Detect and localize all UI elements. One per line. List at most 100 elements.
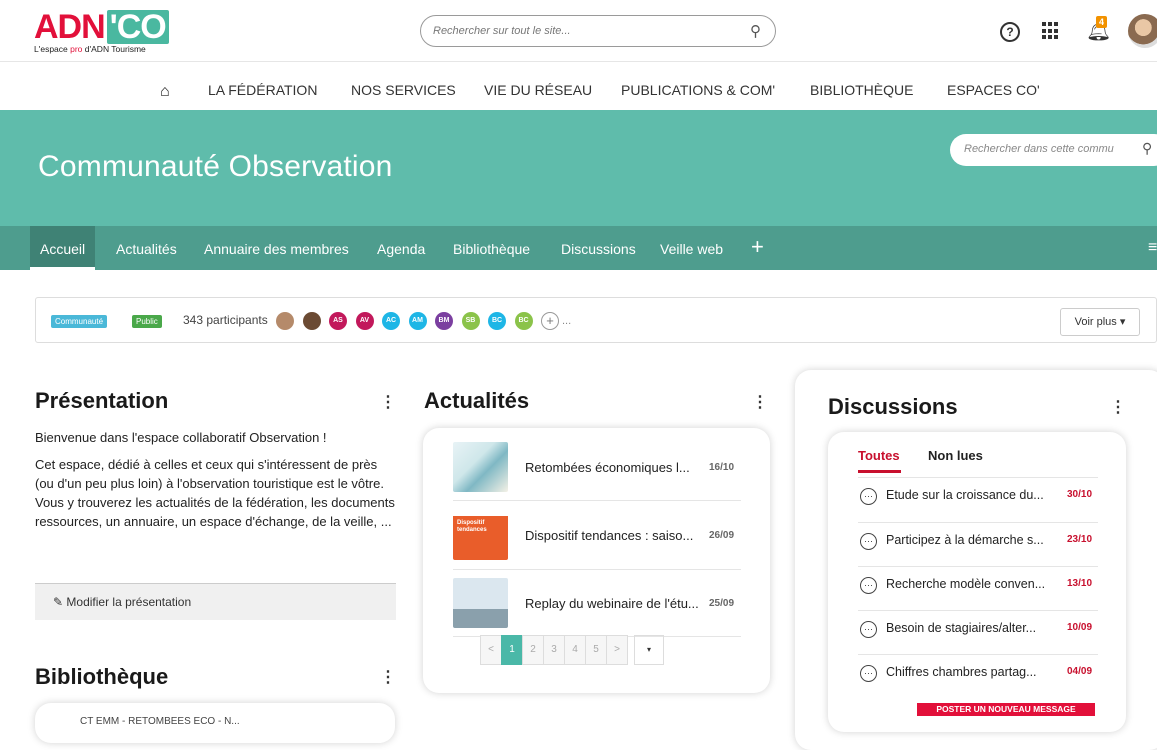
- discussion-title: Participez à la démarche s...: [886, 533, 1044, 547]
- edit-presentation-button[interactable]: ✎ Modifier la présentation: [35, 583, 396, 620]
- discussion-item[interactable]: ⋯ Chiffres chambres partag... 04/09: [858, 654, 1098, 690]
- tab-accueil[interactable]: Accueil: [30, 226, 96, 270]
- news-thumbnail: [453, 442, 508, 492]
- logo-wordmark: ADN 'CO: [34, 10, 169, 44]
- participant-avatar[interactable]: BC: [514, 312, 533, 330]
- participant-avatar[interactable]: AM: [408, 312, 427, 330]
- edit-presentation-label: Modifier la présentation: [66, 595, 192, 609]
- tab-non-lues[interactable]: Non lues: [928, 448, 983, 463]
- bibliotheque-item[interactable]: CT EMM - RETOMBEES ECO - N...: [80, 716, 240, 727]
- nav-la-federation[interactable]: LA FÉDÉRATION: [208, 82, 317, 98]
- post-new-message-button[interactable]: POSTER UN NOUVEAU MESSAGE: [917, 703, 1095, 716]
- user-avatar[interactable]: [1128, 14, 1157, 48]
- logo-tagline: L'espace pro d'ADN Tourisme: [34, 44, 146, 54]
- presentation-menu-icon[interactable]: ⋮: [380, 392, 396, 412]
- discussion-date: 10/09: [1067, 622, 1093, 633]
- presentation-intro: Bienvenue dans l'espace collaboratif Obs…: [35, 430, 327, 445]
- tab-bibliotheque[interactable]: Bibliothèque: [453, 241, 530, 257]
- discussion-title: Chiffres chambres partag...: [886, 665, 1037, 679]
- global-search-placeholder: Rechercher sur tout le site...: [433, 25, 571, 37]
- chat-bubble-icon: ⋯: [860, 488, 877, 505]
- global-search-input[interactable]: Rechercher sur tout le site... ⚲: [420, 15, 776, 47]
- discussion-item[interactable]: ⋯ Besoin de stagiaires/alter... 10/09: [858, 610, 1098, 646]
- news-thumbnail: Dispositif tendances: [453, 510, 508, 560]
- participant-avatar[interactable]: SB: [461, 312, 480, 330]
- chat-bubble-icon: ⋯: [860, 577, 877, 594]
- discussion-date: 30/10: [1067, 489, 1093, 500]
- community-search-placeholder: Rechercher dans cette commu: [964, 143, 1114, 155]
- pagination-page[interactable]: 1: [501, 635, 523, 665]
- tab-agenda[interactable]: Agenda: [377, 241, 425, 257]
- discussions-card: Toutes Non lues ⋯ Etude sur la croissanc…: [828, 432, 1126, 732]
- add-tab-icon[interactable]: +: [751, 234, 764, 260]
- tab-veille-web[interactable]: Veille web: [660, 241, 723, 257]
- news-thumbnail: [453, 578, 508, 628]
- nav-publications[interactable]: PUBLICATIONS & COM': [621, 82, 775, 98]
- news-title: Retombées économiques l...: [525, 460, 690, 475]
- tab-toutes[interactable]: Toutes: [858, 448, 900, 463]
- actualites-title: Actualités: [424, 388, 530, 413]
- news-item[interactable]: Dispositif tendances Dispositif tendance…: [453, 506, 771, 566]
- discussion-title: Besoin de stagiaires/alter...: [886, 621, 1037, 635]
- presentation-title: Présentation: [35, 388, 169, 413]
- participant-avatar[interactable]: BC: [488, 312, 506, 330]
- presentation-body: Cet espace, dédié à celles et ceux qui s…: [35, 457, 395, 529]
- nav-espaces-co[interactable]: ESPACES CO': [947, 82, 1040, 98]
- news-item[interactable]: Replay du webinaire de l'étu... 25/09: [453, 574, 771, 634]
- discussion-date: 23/10: [1067, 534, 1093, 545]
- pagination-prev[interactable]: <: [480, 635, 502, 665]
- community-title: Communauté Observation: [38, 150, 393, 183]
- discussion-item[interactable]: ⋯ Participez à la démarche s... 23/10: [858, 522, 1098, 558]
- participant-avatar[interactable]: [302, 312, 321, 330]
- home-icon[interactable]: ⌂: [160, 83, 170, 101]
- news-title: Dispositif tendances : saiso...: [525, 528, 694, 543]
- participant-avatar[interactable]: AS: [329, 312, 347, 330]
- participant-avatar[interactable]: AV: [355, 312, 374, 330]
- discussion-item[interactable]: ⋯ Etude sur la croissance du... 30/10: [858, 477, 1098, 513]
- participant-avatar[interactable]: [276, 312, 294, 330]
- bibliotheque-title: Bibliothèque: [35, 664, 169, 689]
- pagination-page[interactable]: 3: [543, 635, 565, 665]
- actualites-menu-icon[interactable]: ⋮: [752, 392, 768, 412]
- bibliotheque-menu-icon[interactable]: ⋮: [380, 667, 396, 687]
- pagination-page[interactable]: 2: [522, 635, 544, 665]
- search-icon[interactable]: ⚲: [750, 22, 761, 40]
- nav-bibliotheque[interactable]: BIBLIOTHÈQUE: [810, 82, 913, 98]
- voir-plus-button[interactable]: Voir plus ▾: [1060, 308, 1140, 336]
- badge-communaute: Communauté: [51, 315, 108, 328]
- news-item[interactable]: Retombées économiques l... 16/10: [453, 438, 771, 498]
- news-date: 25/09: [709, 598, 735, 609]
- nav-vie-du-reseau[interactable]: VIE DU RÉSEAU: [484, 82, 592, 98]
- pagination-dropdown[interactable]: ▾: [634, 635, 664, 665]
- discussion-item[interactable]: ⋯ Recherche modèle conven... 13/10: [858, 566, 1098, 602]
- discussion-title: Etude sur la croissance du...: [886, 488, 1044, 502]
- participant-avatar[interactable]: AC: [382, 312, 400, 330]
- active-tab-underline: [858, 470, 901, 473]
- participant-avatar[interactable]: BM: [435, 312, 453, 330]
- help-icon[interactable]: ?: [1000, 22, 1020, 42]
- thumbnail-caption: Dispositif tendances: [457, 520, 487, 533]
- tab-actualites[interactable]: Actualités: [116, 241, 177, 257]
- tab-discussions[interactable]: Discussions: [561, 241, 636, 257]
- chat-bubble-icon: ⋯: [860, 665, 877, 682]
- discussions-menu-icon[interactable]: ⋮: [1110, 397, 1126, 417]
- pagination-page[interactable]: 5: [585, 635, 607, 665]
- main-nav: ⌂ LA FÉDÉRATION NOS SERVICES VIE DU RÉSE…: [0, 62, 1157, 110]
- discussion-title: Recherche modèle conven...: [886, 577, 1046, 591]
- nav-nos-services[interactable]: NOS SERVICES: [351, 82, 456, 98]
- menu-icon[interactable]: ≡: [1148, 239, 1157, 257]
- presentation-text: Bienvenue dans l'espace collaboratif Obs…: [35, 428, 395, 539]
- apps-grid-icon[interactable]: [1042, 22, 1060, 40]
- discussion-date: 13/10: [1067, 578, 1093, 589]
- tab-annuaire[interactable]: Annuaire des membres: [204, 241, 349, 257]
- chat-bubble-icon: ⋯: [860, 621, 877, 638]
- pagination-page[interactable]: 4: [564, 635, 586, 665]
- community-tabs: Accueil Actualités Annuaire des membres …: [0, 226, 1157, 270]
- adn-co-logo[interactable]: ADN 'CO L'espace pro d'ADN Tourisme: [34, 10, 174, 56]
- pagination-next[interactable]: >: [606, 635, 628, 665]
- more-participants-icon[interactable]: +: [541, 312, 559, 330]
- participants-count[interactable]: 343 participants: [183, 313, 268, 327]
- community-search-input[interactable]: Rechercher dans cette commu ⚲: [950, 134, 1157, 166]
- search-icon[interactable]: ⚲: [1142, 140, 1152, 157]
- pencil-icon: ✎: [53, 595, 64, 609]
